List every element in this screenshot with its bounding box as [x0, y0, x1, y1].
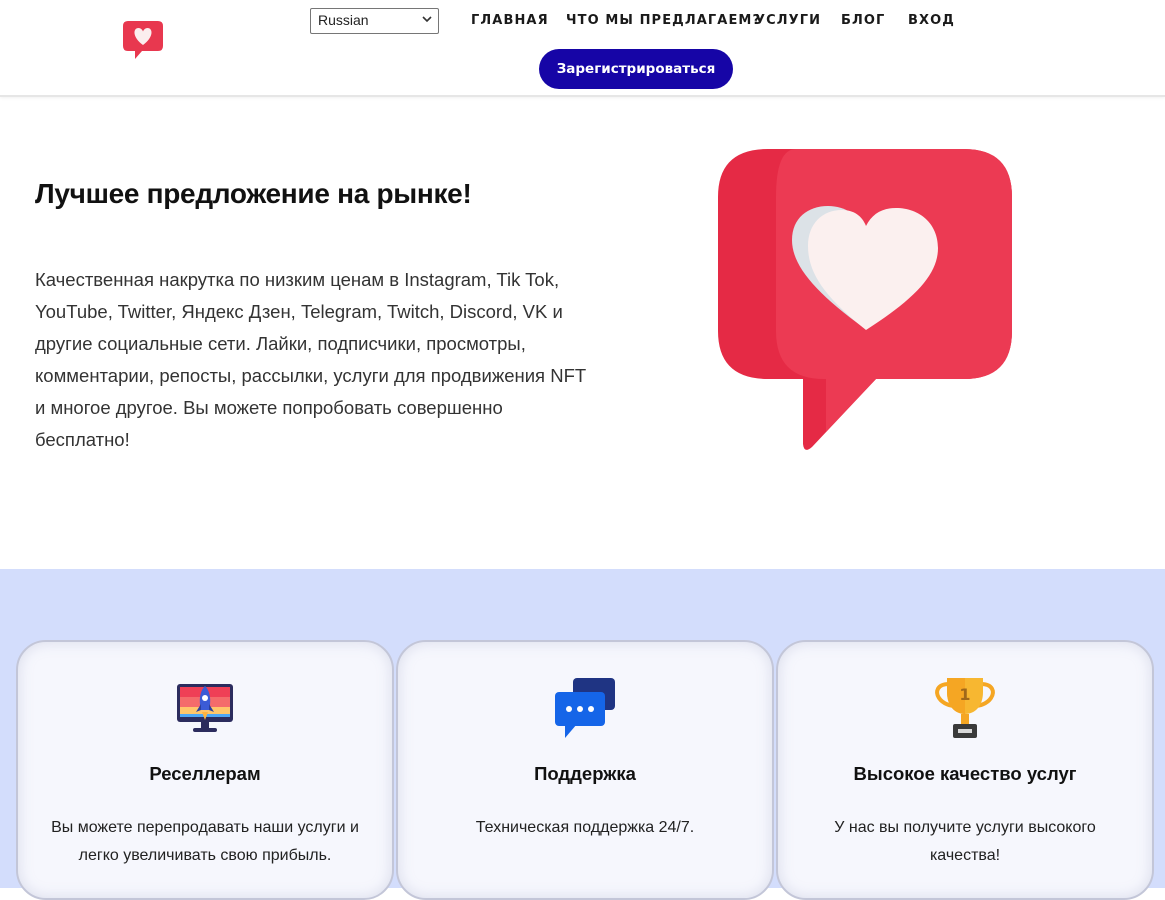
nav-link-services[interactable]: УСЛУГИ: [755, 13, 821, 28]
language-select[interactable]: Russian: [310, 8, 439, 34]
language-select-value: Russian: [318, 12, 369, 28]
feature-title: Реселлерам: [149, 763, 261, 784]
feature-text: У нас вы получите услуги высокого качест…: [834, 819, 1096, 864]
register-button[interactable]: Зарегистрироваться: [539, 49, 733, 89]
rocket-monitor-icon: [177, 684, 233, 732]
feature-title: Поддержка: [534, 763, 636, 784]
feature-card-quality: 1 Высокое качество услуг У нас вы получи…: [776, 640, 1154, 900]
nav-link-login[interactable]: ВХОД: [908, 13, 955, 28]
trophy-rank-label: 1: [959, 685, 970, 704]
hero-description: Качественная накрутка по низким ценам в …: [35, 269, 586, 450]
feature-text: Вы можете перепродавать наши услуги и ле…: [51, 819, 359, 864]
nav-link-home[interactable]: ГЛАВНАЯ: [471, 13, 549, 28]
feature-card-support: Поддержка Техническая поддержка 24/7.: [396, 640, 774, 900]
feature-card-resellers: Реселлерам Вы можете перепродавать наши …: [16, 640, 394, 900]
nav-link-blog[interactable]: БЛОГ: [841, 13, 885, 28]
site-header: Russian ГЛАВНАЯ ЧТО МЫ ПРЕДЛАГАЕМ? УСЛУГ…: [0, 0, 1165, 97]
feature-text: Техническая поддержка 24/7.: [475, 819, 695, 836]
trophy-icon: 1: [935, 678, 995, 738]
heart-speech-bubble-illustration: [718, 149, 1012, 450]
chevron-down-icon: [422, 16, 432, 23]
chat-bubbles-icon: [555, 678, 615, 738]
nav-link-offers[interactable]: ЧТО МЫ ПРЕДЛАГАЕМ?: [566, 13, 761, 28]
hero-title: Лучшее предложение на рынке!: [35, 178, 472, 209]
feature-title: Высокое качество услуг: [853, 763, 1077, 784]
logo-heart-icon[interactable]: [122, 19, 164, 61]
